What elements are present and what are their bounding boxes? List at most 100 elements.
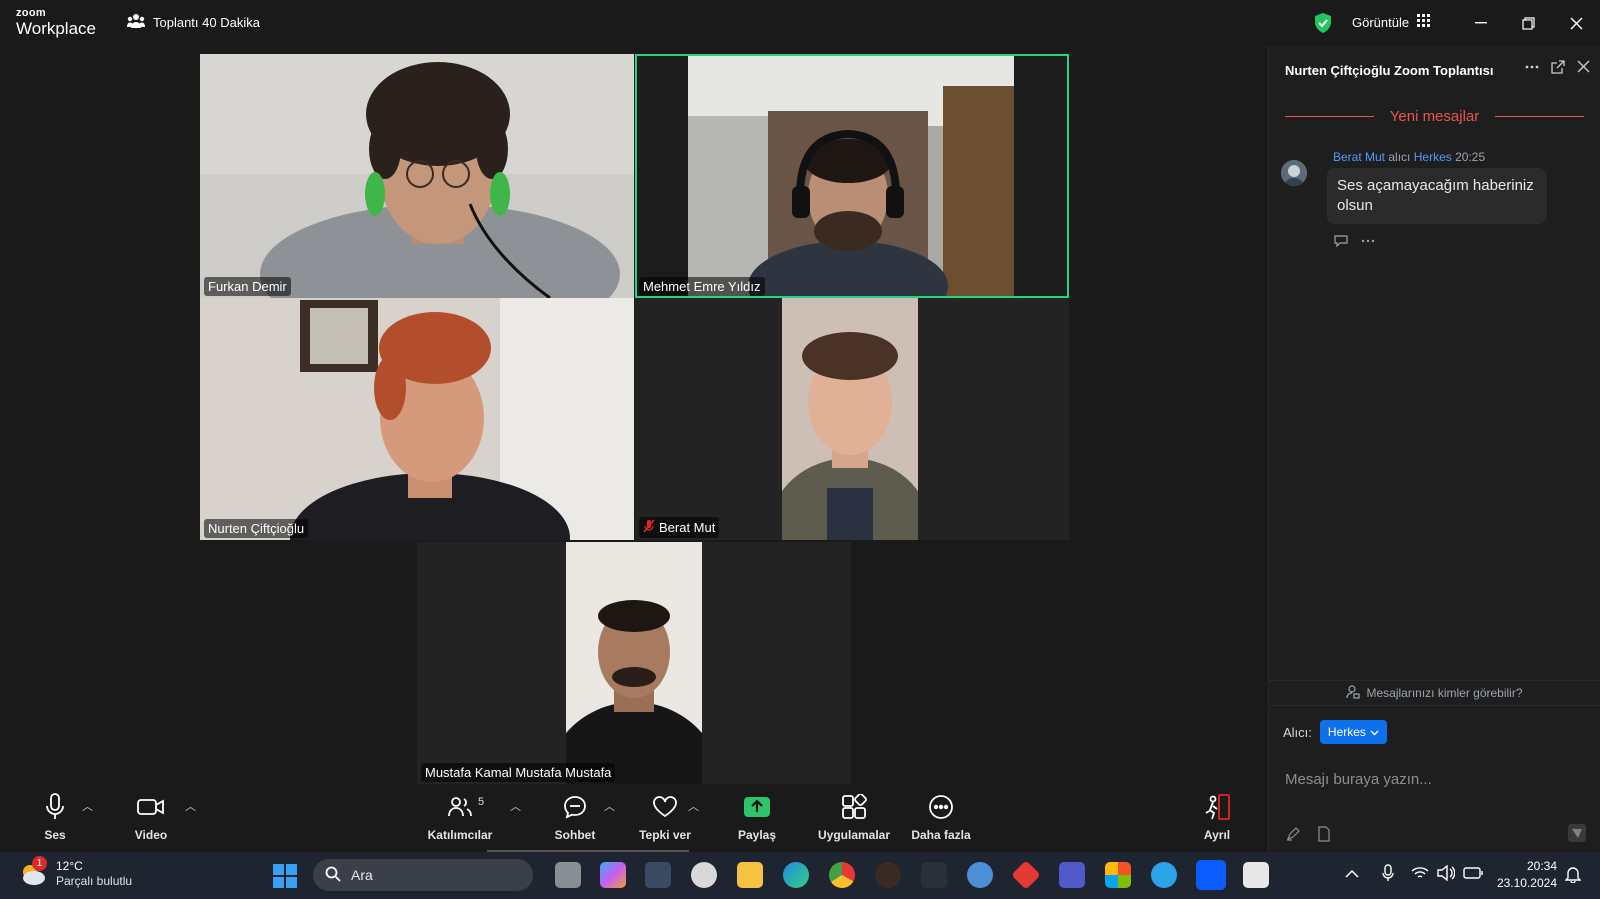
store-icon[interactable] bbox=[1105, 862, 1131, 888]
close-chat-icon[interactable] bbox=[1577, 60, 1590, 77]
chat-message-input[interactable] bbox=[1285, 764, 1584, 794]
message-more-icon[interactable] bbox=[1361, 234, 1375, 251]
security-shield-icon[interactable] bbox=[1313, 12, 1333, 39]
video-tile-berat[interactable]: Berat Mut bbox=[635, 298, 1069, 540]
battery-icon[interactable] bbox=[1463, 866, 1483, 884]
video-feed bbox=[200, 298, 634, 540]
view-button[interactable]: Görüntüle bbox=[1352, 14, 1431, 30]
share-screen-icon bbox=[744, 796, 770, 823]
participants-button[interactable]: 5 Katılımcılar bbox=[415, 794, 505, 842]
app-icon-blue[interactable] bbox=[967, 862, 993, 888]
taskbar: 1 12°C Parçalı bulutlu Ara 20:34 23.10.2… bbox=[0, 852, 1600, 899]
new-messages-divider: Yeni mesajlar bbox=[1285, 108, 1584, 125]
taskbar-clock[interactable]: 20:34 23.10.2024 bbox=[1495, 858, 1557, 892]
video-options-caret-icon[interactable]: ︿ bbox=[185, 798, 196, 814]
video-tile-nurten[interactable]: Nurten Çiftçioğlu bbox=[200, 298, 634, 540]
meeting-timer: Toplantı 40 Dakika bbox=[153, 15, 260, 30]
minimize-icon[interactable] bbox=[1468, 10, 1494, 36]
apps-button[interactable]: Uygulamalar bbox=[809, 792, 899, 842]
leave-button[interactable]: Ayrıl bbox=[1172, 793, 1262, 842]
more-options-icon[interactable] bbox=[1525, 60, 1539, 77]
participant-name: Mustafa Kamal Mustafa Mustafa bbox=[421, 763, 616, 782]
wifi-icon[interactable] bbox=[1411, 866, 1429, 885]
person-lock-icon bbox=[1346, 684, 1361, 702]
volume-icon[interactable] bbox=[1437, 864, 1456, 886]
message-privacy-link[interactable]: Mesajlarınızı kimler görebilir? bbox=[1269, 680, 1600, 706]
teams-icon[interactable] bbox=[1059, 862, 1085, 888]
weather-widget[interactable]: 1 12°C Parçalı bulutlu bbox=[18, 855, 132, 888]
file-icon[interactable] bbox=[1317, 826, 1331, 847]
anydesk-icon[interactable] bbox=[1011, 860, 1041, 890]
react-label: Tepki ver bbox=[639, 828, 691, 842]
video-gallery: Furkan Demir Mehmet Emre Yıldız Nurten Ç… bbox=[0, 46, 1268, 788]
avatar bbox=[1281, 160, 1307, 186]
tray-chevron-up-icon[interactable] bbox=[1345, 866, 1359, 884]
message-recipient[interactable]: Herkes bbox=[1414, 150, 1452, 164]
edge-icon[interactable] bbox=[783, 862, 809, 888]
video-feed bbox=[688, 56, 1014, 296]
react-caret-icon[interactable]: ︿ bbox=[688, 798, 699, 814]
video-tile-furkan[interactable]: Furkan Demir bbox=[200, 54, 634, 298]
notification-bell-icon[interactable] bbox=[1564, 865, 1582, 888]
snipping-tool-icon[interactable] bbox=[1243, 862, 1269, 888]
task-view-icon[interactable] bbox=[555, 862, 581, 888]
participant-name-text: Mehmet Emre Yıldız bbox=[643, 279, 761, 294]
chrome-icon[interactable] bbox=[829, 862, 855, 888]
apps-label: Uygulamalar bbox=[817, 828, 891, 842]
chat-app-icon[interactable] bbox=[1151, 862, 1177, 888]
video-button[interactable]: Video bbox=[106, 794, 196, 842]
close-icon[interactable] bbox=[1563, 10, 1589, 36]
logo-big-text: Workplace bbox=[16, 19, 96, 38]
taskbar-search[interactable]: Ara bbox=[313, 859, 533, 891]
recipient-dropdown[interactable]: Herkes bbox=[1319, 720, 1387, 744]
message-sender[interactable]: Berat Mut bbox=[1333, 150, 1385, 164]
view-label: Görüntüle bbox=[1352, 14, 1410, 30]
zoom-app-icon[interactable] bbox=[1196, 860, 1226, 890]
recipient-label: Alıcı: bbox=[1283, 724, 1312, 740]
participant-name-text: Berat Mut bbox=[659, 520, 716, 535]
muted-mic-icon bbox=[643, 519, 655, 536]
participant-name: Nurten Çiftçioğlu bbox=[204, 519, 309, 538]
search-placeholder: Ara bbox=[351, 867, 373, 883]
grid-icon bbox=[1417, 14, 1431, 30]
calculator-icon[interactable] bbox=[645, 862, 671, 888]
windows-start-icon[interactable] bbox=[273, 864, 297, 893]
message-to-word: alıcı bbox=[1388, 150, 1411, 164]
apps-icon bbox=[841, 792, 867, 825]
more-label: Daha fazla bbox=[911, 828, 971, 842]
participant-name: Furkan Demir bbox=[204, 277, 291, 296]
share-button[interactable]: Paylaş bbox=[712, 794, 802, 842]
privacy-text: Mesajlarınızı kimler görebilir? bbox=[1366, 686, 1523, 700]
zoom-logo: zoom Workplace bbox=[16, 8, 96, 38]
clock-date: 23.10.2024 bbox=[1496, 876, 1557, 890]
inkscape-icon[interactable] bbox=[921, 862, 947, 888]
microphone-icon bbox=[45, 792, 65, 826]
popout-icon[interactable] bbox=[1551, 60, 1565, 77]
participants-icon bbox=[448, 796, 472, 823]
clock-app-icon[interactable] bbox=[691, 862, 717, 888]
chevron-down-icon bbox=[1370, 725, 1379, 739]
new-messages-label: Yeni mesajlar bbox=[1389, 108, 1480, 125]
reply-icon[interactable] bbox=[1333, 234, 1349, 251]
participant-name: Berat Mut bbox=[639, 517, 720, 538]
audio-options-caret-icon[interactable]: ︿ bbox=[82, 798, 93, 814]
tray-microphone-icon[interactable] bbox=[1382, 864, 1394, 887]
app-icon-dark[interactable] bbox=[875, 862, 901, 888]
search-icon bbox=[325, 866, 341, 885]
recipient-value: Herkes bbox=[1327, 725, 1366, 739]
weather-badge: 1 bbox=[32, 855, 47, 871]
video-tile-mustafa[interactable]: Mustafa Kamal Mustafa Mustafa bbox=[417, 542, 851, 784]
more-button[interactable]: Daha fazla bbox=[896, 794, 986, 842]
send-icon[interactable] bbox=[1568, 824, 1586, 847]
temperature: 12°C bbox=[56, 859, 83, 873]
meeting-toolbar: Ses ︿ Video ︿ 5 Katılımcılar ︿ Sohbet ︿ … bbox=[0, 788, 1268, 852]
video-tile-mehmet[interactable]: Mehmet Emre Yıldız bbox=[635, 54, 1069, 298]
restore-icon[interactable] bbox=[1515, 10, 1541, 36]
format-icon[interactable] bbox=[1285, 826, 1301, 847]
file-explorer-icon[interactable] bbox=[737, 862, 763, 888]
meeting-info[interactable]: Toplantı 40 Dakika bbox=[127, 13, 260, 32]
participants-caret-icon[interactable]: ︿ bbox=[510, 798, 521, 814]
copilot-icon[interactable] bbox=[600, 862, 626, 888]
chat-caret-icon[interactable]: ︿ bbox=[604, 798, 615, 814]
participant-name-text: Nurten Çiftçioğlu bbox=[208, 521, 305, 536]
